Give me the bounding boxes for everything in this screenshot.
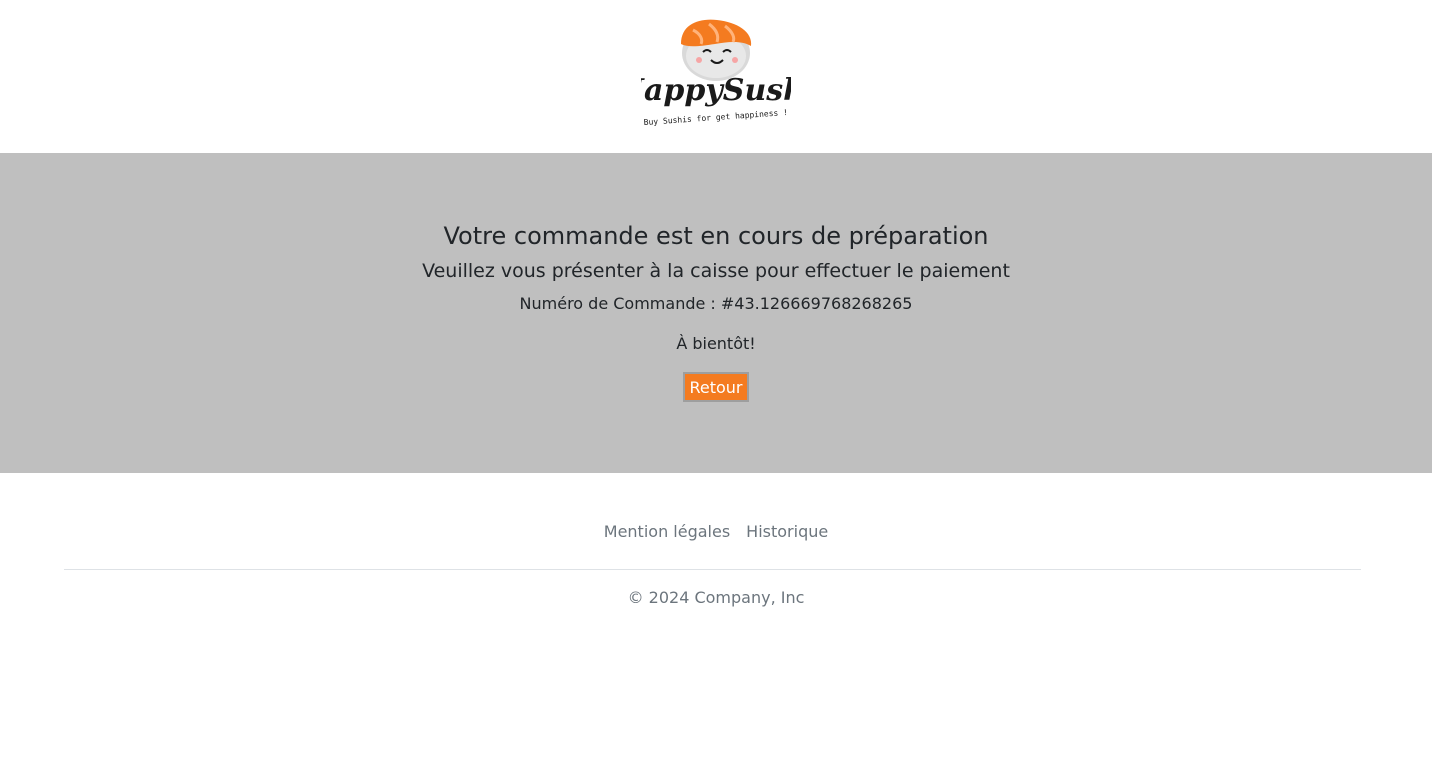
copyright: © 2024 Company, Inc (627, 588, 805, 607)
confirmation-banner (0, 153, 1432, 473)
logo-tagline: Buy Sushis for get happiness ! (643, 108, 788, 127)
back-button[interactable]: Retour (683, 372, 749, 402)
order-number: Numéro de Commande : #43.126669768268265 (519, 294, 913, 313)
footer-link-legal[interactable]: Mention légales (604, 522, 730, 541)
happysushi-logo[interactable]: HappySushi Buy Sushis for get happiness … (641, 8, 791, 130)
page-title: Votre commande est en cours de préparati… (443, 222, 989, 250)
sushi-logo-icon: HappySushi Buy Sushis for get happiness … (641, 19, 791, 127)
footer-nav: Mention légales Historique (0, 522, 1432, 541)
site-header: HappySushi Buy Sushis for get happiness … (0, 0, 1432, 153)
footer-link-history[interactable]: Historique (746, 522, 828, 541)
back-button-container: Retour (0, 372, 1432, 402)
logo-wordmark: HappySushi (641, 73, 791, 108)
footer-divider (64, 569, 1361, 570)
farewell-text: À bientôt! (676, 334, 756, 353)
payment-instruction: Veuillez vous présenter à la caisse pour… (422, 260, 1010, 282)
